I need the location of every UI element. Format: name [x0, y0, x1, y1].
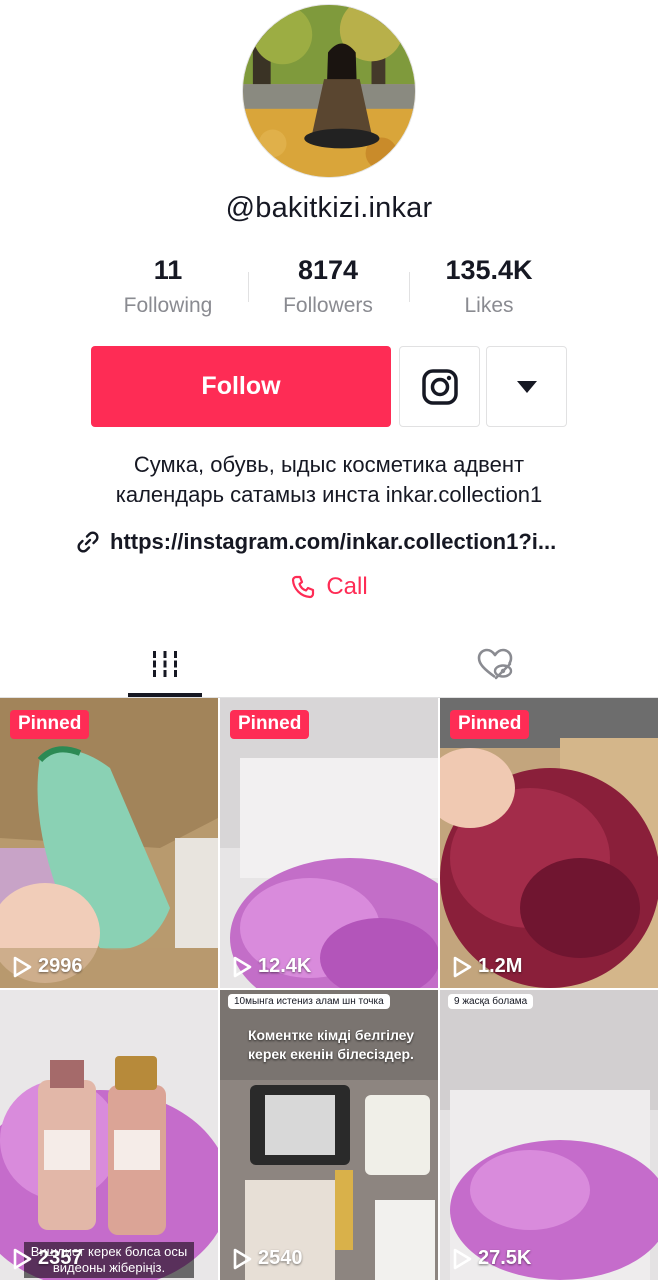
video-thumbnail-image	[220, 698, 438, 988]
view-count: 2540	[232, 1247, 303, 1270]
stat-likes-count: 135.4K	[445, 255, 533, 285]
link-icon	[77, 531, 99, 553]
profile-username: @bakitkizi.inkar	[225, 192, 433, 224]
profile-link[interactable]: https://instagram.com/inkar.collection1?…	[76, 526, 596, 558]
caret-down-icon	[516, 380, 537, 393]
stat-following[interactable]: 11 Following	[88, 252, 248, 324]
play-icon	[233, 956, 252, 977]
comment-reply-bubble: 9 жасқа болама	[448, 994, 534, 1009]
follow-button[interactable]: Follow	[91, 346, 391, 427]
call-label: Call	[326, 573, 368, 600]
pinned-badge: Pinned	[230, 710, 310, 739]
view-count-text: 2357	[38, 1247, 83, 1269]
call-button[interactable]: Call	[0, 570, 658, 604]
pinned-badge: Pinned	[450, 710, 530, 739]
play-icon	[453, 956, 472, 977]
profile-bio: Сумка, обувь, ыдыс косметика адвент кале…	[0, 450, 658, 510]
profile-stats: 11 Following 8174 Followers 135.4K Likes	[0, 252, 658, 322]
view-count-text: 12.4K	[258, 955, 312, 977]
video-thumbnail[interactable]: Вишлист керек болса осы видеоны жіберіңі…	[0, 990, 218, 1280]
bio-line: календарь сатамыз инста inkar.collection…	[115, 482, 543, 507]
view-count-text: 27.5K	[478, 1247, 532, 1269]
video-thumbnail-image	[440, 698, 658, 988]
tab-videos[interactable]	[105, 630, 225, 698]
profile-avatar[interactable]	[242, 4, 416, 178]
play-icon	[13, 1248, 32, 1269]
view-count: 2357	[12, 1247, 83, 1270]
profile-tabs	[0, 630, 658, 698]
video-thumbnail[interactable]: Pinned 2996	[0, 698, 218, 988]
video-thumbnail-image	[0, 990, 218, 1280]
video-thumbnail-image	[0, 698, 218, 988]
video-thumbnail[interactable]: 9 жасқа болама 27.5K	[440, 990, 658, 1280]
play-icon	[13, 956, 32, 977]
stat-following-label: Following	[123, 294, 213, 317]
video-thumbnail[interactable]: 10мынга истениз алам шн точка Коментке к…	[220, 990, 438, 1280]
bio-line: Сумка, обувь, ыдыс косметика адвент	[133, 452, 525, 477]
profile-link-text: https://instagram.com/inkar.collection1?…	[110, 529, 557, 554]
tab-liked[interactable]	[435, 630, 555, 698]
instagram-button[interactable]	[399, 346, 480, 427]
stat-followers-count: 8174	[297, 255, 359, 285]
video-overlay-text: Коментке кімді белгілеу керек екенін біл…	[247, 1027, 415, 1062]
instagram-icon	[421, 368, 458, 405]
grid-icon	[151, 651, 179, 677]
view-count: 12.4K	[232, 955, 311, 978]
stat-following-count: 11	[153, 255, 183, 285]
stat-likes[interactable]: 135.4K Likes	[409, 252, 569, 324]
view-count: 1.2M	[452, 955, 522, 978]
stat-followers[interactable]: 8174 Followers	[248, 252, 408, 324]
view-count-text: 2996	[38, 955, 83, 977]
video-grid: Pinned 2996 Pinned 12.4K Pinned 1.2M Виш…	[0, 698, 658, 1280]
avatar-photo	[243, 5, 415, 177]
play-icon	[453, 1248, 472, 1269]
video-thumbnail[interactable]: Pinned 12.4K	[220, 698, 438, 988]
view-count: 27.5K	[452, 1247, 531, 1270]
liked-hidden-icon	[477, 648, 513, 680]
video-thumbnail-image	[440, 990, 658, 1280]
play-icon	[233, 1248, 252, 1269]
more-options-button[interactable]	[486, 346, 567, 427]
comment-reply-bubble: 10мынга истениз алам шн точка	[228, 994, 390, 1009]
active-tab-indicator	[128, 693, 202, 697]
view-count: 2996	[12, 955, 83, 978]
video-thumbnail[interactable]: Pinned 1.2M	[440, 698, 658, 988]
view-count-text: 1.2M	[478, 955, 523, 977]
view-count-text: 2540	[258, 1247, 303, 1269]
pinned-badge: Pinned	[10, 710, 90, 739]
phone-icon	[292, 575, 315, 599]
stat-likes-label: Likes	[464, 294, 514, 317]
stat-followers-label: Followers	[283, 294, 373, 317]
